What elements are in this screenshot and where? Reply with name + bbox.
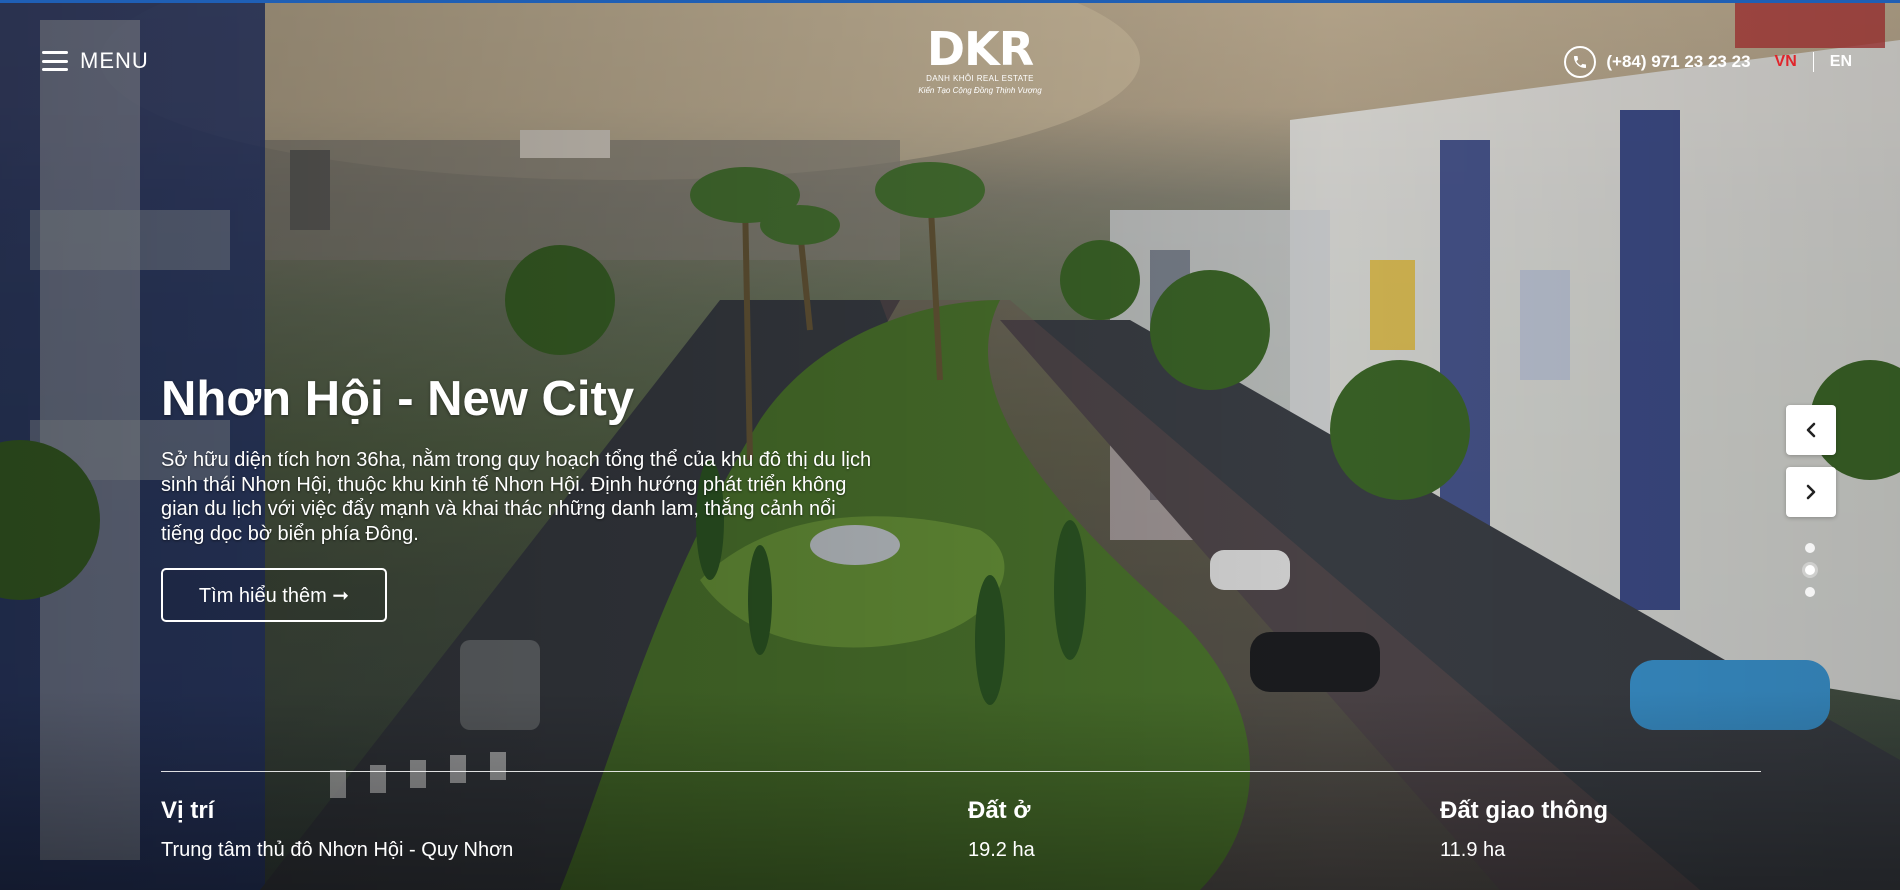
hero-title: Nhơn Hội - New City xyxy=(161,372,635,426)
info-divider xyxy=(161,771,1761,772)
slider-dot-3[interactable] xyxy=(1805,587,1815,597)
stat-residential-land: Đất ở 19.2 ha xyxy=(968,796,1035,862)
slider-dot-2[interactable] xyxy=(1805,565,1815,575)
menu-button[interactable]: MENU xyxy=(42,48,149,74)
logo-mark: DKR xyxy=(926,22,1034,76)
lang-vn[interactable]: VN xyxy=(1775,53,1797,71)
top-accent-line xyxy=(0,0,1900,3)
menu-icon xyxy=(42,51,68,71)
stat-location: Vị trí Trung tâm thủ đô Nhơn Hội - Quy N… xyxy=(161,796,513,862)
logo-subtitle: DANH KHÔI REAL ESTATE xyxy=(926,74,1034,83)
learn-more-button[interactable]: Tìm hiểu thêm ➞ xyxy=(161,568,387,622)
chevron-right-icon xyxy=(1806,484,1816,500)
logo[interactable]: DKR DANH KHÔI REAL ESTATE Kiến Tạo Cộng … xyxy=(918,26,1042,95)
header-contact: (+84) 971 23 23 23 VN EN xyxy=(1564,46,1852,78)
stat-label: Vị trí xyxy=(161,797,215,824)
stat-traffic-land: Đất giao thông 11.9 ha xyxy=(1440,796,1608,862)
phone-number[interactable]: (+84) 971 23 23 23 xyxy=(1606,52,1750,72)
stat-value: 11.9 ha xyxy=(1440,839,1506,861)
hero-content: Nhơn Hội - New City Sở hữu diện tích hơn… xyxy=(161,372,881,622)
logo-tagline: Kiến Tạo Cộng Đồng Thịnh Vượng xyxy=(918,86,1042,95)
stat-value: 19.2 ha xyxy=(968,839,1035,861)
slider-next-button[interactable] xyxy=(1786,467,1836,517)
stat-label: Đất ở xyxy=(968,797,1031,824)
stat-value: Trung tâm thủ đô Nhơn Hội - Quy Nhơn xyxy=(161,839,514,861)
lang-en[interactable]: EN xyxy=(1830,53,1852,71)
phone-icon[interactable] xyxy=(1564,46,1597,78)
slider-prev-button[interactable] xyxy=(1786,405,1836,455)
stat-label: Đất giao thông xyxy=(1440,797,1608,824)
chevron-left-icon xyxy=(1806,422,1816,438)
slider-dot-1[interactable] xyxy=(1805,543,1815,553)
hero-description: Sở hữu diện tích hơn 36ha, nằm trong quy… xyxy=(161,449,872,545)
menu-label: MENU xyxy=(80,48,149,73)
lang-divider xyxy=(1812,52,1814,72)
slider-pagination xyxy=(1805,543,1815,597)
